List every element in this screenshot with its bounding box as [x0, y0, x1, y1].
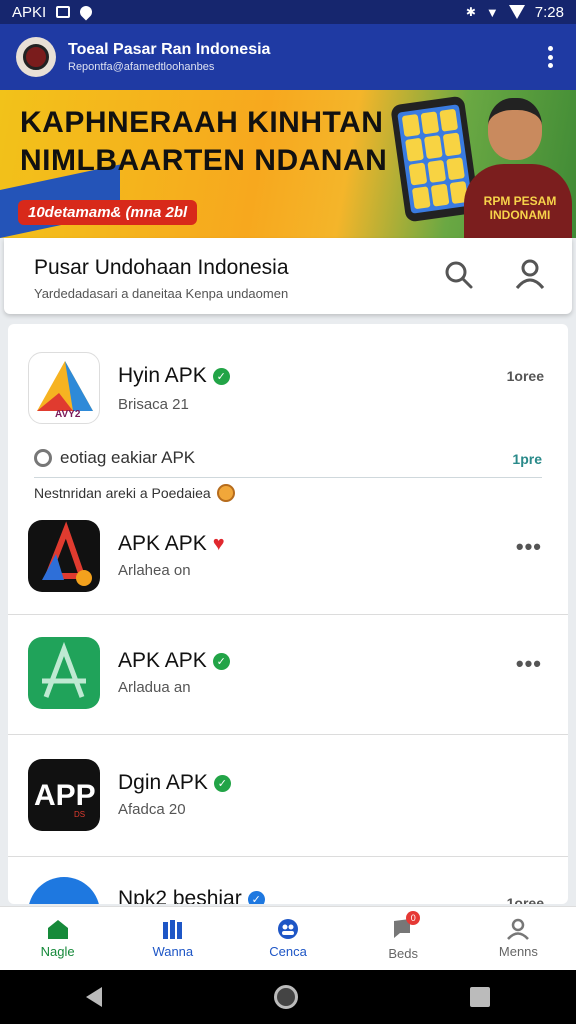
- app-title: Toeal Pasar Ran Indonesia: [68, 41, 271, 58]
- section-note-text: Nestnridan areki a Poedaiea: [34, 485, 211, 501]
- header-card: Pusar Undohaan Indonesia Yardedadasari a…: [4, 238, 572, 314]
- status-bar: APKI ✱ ▼ 7:28: [0, 0, 576, 24]
- app-icon: [28, 520, 100, 592]
- verified-icon: ✓: [212, 367, 230, 385]
- more-link[interactable]: 1oree: [507, 368, 544, 384]
- app-bar: Toeal Pasar Ran Indonesia Repontfa@afame…: [0, 24, 576, 90]
- app-name: APK APK ✓: [118, 649, 230, 673]
- section-note: Nestnridan areki a Poedaiea: [34, 484, 235, 502]
- app-name-text: APK APK: [118, 532, 207, 555]
- bottom-nav: Nagle Wanna Cenca 0 Beds Menns: [0, 906, 576, 970]
- more-link[interactable]: 1oree: [507, 895, 544, 904]
- svg-text:AVY2: AVY2: [55, 409, 81, 420]
- banner-side-text: RPM PESAM INDONAMI: [483, 194, 557, 222]
- nav-item-notifications[interactable]: 0 Beds: [346, 907, 461, 970]
- signal-icon: [508, 5, 525, 19]
- nav-item-profile[interactable]: Menns: [461, 907, 576, 970]
- nav-label: Wanna: [152, 944, 194, 959]
- search-circle-icon: [34, 449, 52, 467]
- recents-icon[interactable]: [470, 987, 490, 1007]
- app-icon: AVY2: [28, 352, 100, 424]
- person-illustration: [488, 98, 542, 160]
- verified-icon: ✓: [212, 652, 230, 670]
- app-name-text: Hyin APK: [118, 364, 207, 387]
- emoji-icon: [216, 484, 235, 502]
- app-subtitle: Repontfa@afamedtloohanbes: [68, 61, 215, 73]
- banner-headline-2: NIMLBAARTEN NDANAN: [20, 144, 388, 177]
- back-icon[interactable]: [86, 987, 102, 1007]
- app-name-text: Dgin APK: [118, 771, 208, 794]
- app-row[interactable]: Npk2 beshiar ✓ 1oree: [8, 857, 568, 904]
- app-meta: Afadca 20: [118, 801, 186, 818]
- location-icon: [77, 3, 95, 21]
- nav-item-people[interactable]: Cenca: [230, 907, 345, 970]
- nav-label: Nagle: [40, 944, 75, 959]
- app-list: AVY2 Hyin APK ✓ Brisaca 21 1oree eotiag …: [8, 324, 568, 904]
- nav-item-home[interactable]: Nagle: [0, 907, 115, 970]
- more-options-icon[interactable]: •••: [516, 534, 542, 560]
- banner-headline-1: KAPHNERAAH KINHTAN: [20, 106, 384, 139]
- app-name: APK APK ♥: [118, 532, 225, 556]
- vibrate-icon: ✱: [465, 5, 476, 19]
- app-icon: APP DS: [28, 759, 100, 831]
- app-name: Hyin APK ✓: [118, 364, 230, 388]
- app-row[interactable]: AVY2 Hyin APK ✓ Brisaca 21 1oree: [8, 324, 568, 448]
- home-icon: [47, 920, 68, 939]
- app-icon: [28, 877, 100, 904]
- wifi-icon: ▼: [485, 4, 499, 20]
- app-titles: Toeal Pasar Ran Indonesia Repontfa@afame…: [68, 41, 540, 73]
- app-name-text: Npk2 beshiar: [118, 887, 242, 904]
- system-nav-bar: [0, 970, 576, 1024]
- app-name: Dgin APK ✓: [118, 771, 231, 795]
- app-meta: Arlahea on: [118, 562, 191, 579]
- banner-pill: 10detamam& (mna 2bl: [18, 200, 198, 225]
- app-row[interactable]: APK APK ♥ Arlahea on •••: [8, 504, 568, 615]
- nav-label: Menns: [498, 944, 538, 959]
- status-left-text: APKI: [12, 3, 47, 21]
- status-left: APKI: [12, 3, 95, 21]
- verified-icon: ✓: [213, 774, 231, 792]
- app-icon: [28, 637, 100, 709]
- notification-badge: 0: [406, 910, 421, 925]
- app-row[interactable]: APP DS Dgin APK ✓ Afadca 20: [8, 735, 568, 857]
- verified-icon: ✓: [247, 890, 265, 904]
- svg-text:DS: DS: [74, 810, 85, 819]
- svg-text:APP: APP: [34, 779, 96, 812]
- user-icon[interactable]: [514, 258, 546, 290]
- app-meta: Brisaca 21: [118, 396, 189, 413]
- app-name-text: APK APK: [118, 649, 207, 672]
- nav-label: Beds: [388, 945, 419, 961]
- app-name: Npk2 beshiar ✓: [118, 887, 265, 904]
- promo-banner[interactable]: KAPHNERAAH KINHTAN NIMLBAARTEN NDANAN 10…: [0, 90, 576, 238]
- status-time: 7:28: [534, 3, 564, 21]
- gallery-icon: [56, 6, 71, 18]
- divider: [34, 477, 542, 478]
- app-meta: Arladua an: [118, 679, 191, 696]
- section-label: eotiag eakiar APK: [60, 448, 196, 467]
- library-icon: [162, 920, 182, 939]
- people-icon: [278, 919, 298, 939]
- app-row[interactable]: APK APK ✓ Arladua an •••: [8, 615, 568, 735]
- heart-icon: ♥: [212, 533, 225, 555]
- nav-label: Cenca: [269, 944, 307, 959]
- section-more-link[interactable]: 1pre: [512, 451, 542, 467]
- overflow-menu-icon[interactable]: [540, 44, 560, 70]
- home-button-icon[interactable]: [274, 985, 298, 1009]
- app-logo: [16, 37, 56, 77]
- nav-item-library[interactable]: Wanna: [115, 907, 230, 970]
- status-right: ✱ ▼ 7:28: [466, 4, 564, 21]
- profile-icon: [507, 918, 530, 940]
- more-options-icon[interactable]: •••: [516, 651, 542, 677]
- section-header: eotiag eakiar APK: [34, 448, 195, 468]
- search-icon[interactable]: [444, 260, 474, 290]
